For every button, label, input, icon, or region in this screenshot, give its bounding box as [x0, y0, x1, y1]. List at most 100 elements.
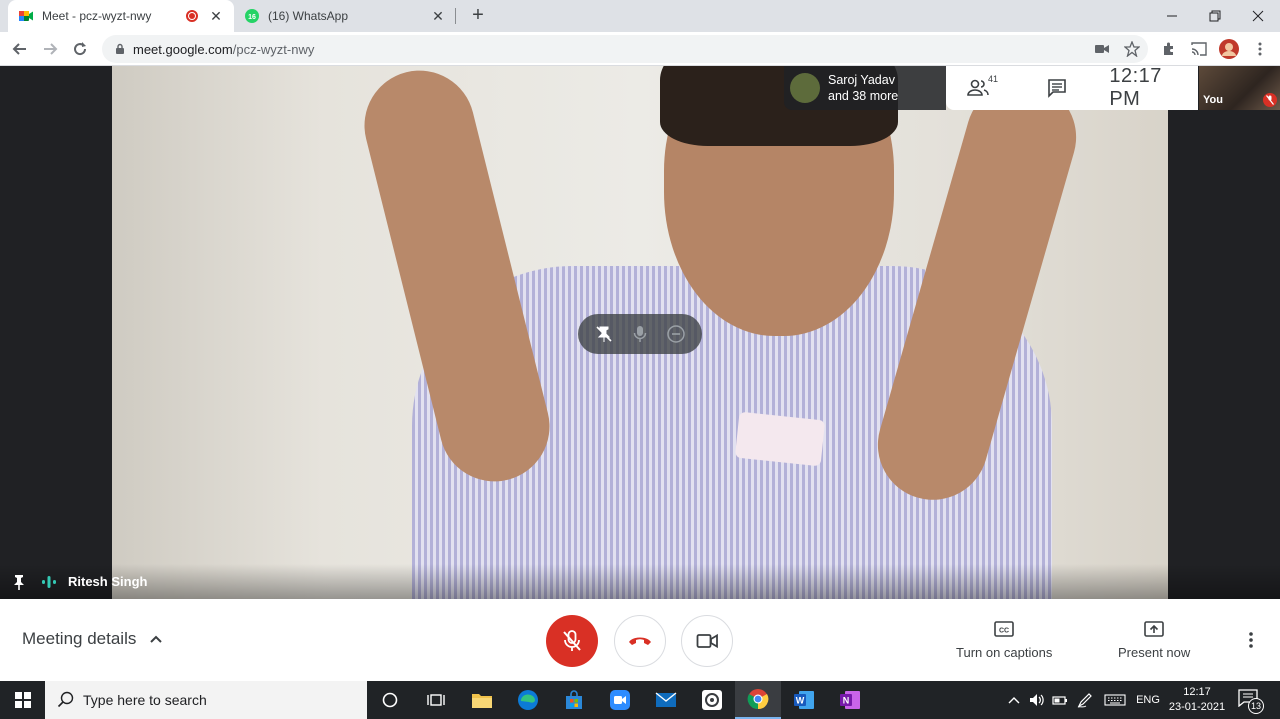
camera-in-use-icon[interactable]	[1092, 39, 1112, 59]
tab-whatsapp[interactable]: 16 (16) WhatsApp ✕	[234, 0, 456, 32]
close-icon	[1252, 10, 1264, 22]
windows-logo-icon	[14, 692, 31, 708]
tab-separator	[455, 8, 456, 24]
pin-icon	[14, 574, 24, 590]
presenter-avatar	[790, 73, 820, 103]
new-tab-button[interactable]: +	[466, 4, 490, 28]
captions-label: Turn on captions	[956, 645, 1053, 660]
google-meet-icon	[19, 11, 33, 21]
close-tab-icon[interactable]: ✕	[208, 8, 224, 24]
video-camera-icon	[696, 633, 718, 649]
taskbar-time: 12:17	[1183, 686, 1211, 698]
remove-circle-icon	[667, 325, 685, 343]
unpin-button[interactable]	[591, 321, 617, 347]
restore-icon	[1209, 10, 1221, 22]
close-window-button[interactable]	[1235, 0, 1280, 32]
meeting-stage: Ritesh Singh Saroj Yadav and 38 more 41 …	[0, 66, 1280, 599]
onenote-icon[interactable]: N	[827, 681, 873, 719]
word-icon[interactable]: W	[781, 681, 827, 719]
remove-participant-button[interactable]	[663, 321, 689, 347]
more-options-button[interactable]	[1241, 629, 1261, 651]
hang-up-icon	[629, 637, 651, 645]
chat-button[interactable]	[1046, 76, 1070, 100]
chrome-icon[interactable]	[735, 681, 781, 719]
zoom-icon[interactable]	[597, 681, 643, 719]
back-button[interactable]	[8, 37, 32, 61]
meeting-controls-bar: Meeting details CC Turn on captions Pres…	[0, 599, 1280, 681]
minimize-button[interactable]	[1149, 0, 1195, 32]
recording-icon	[186, 10, 198, 22]
extensions-icon[interactable]	[1159, 39, 1179, 59]
mail-icon[interactable]	[643, 681, 689, 719]
profile-avatar[interactable]	[1219, 39, 1239, 59]
search-icon	[57, 691, 74, 708]
reload-button[interactable]	[68, 37, 92, 61]
speaker-name-bar: Ritesh Singh	[0, 564, 1280, 599]
taskbar-clock[interactable]: 12:17 23-01-2021	[1166, 685, 1228, 715]
meeting-details-label: Meeting details	[22, 629, 137, 648]
microphone-icon	[633, 326, 647, 342]
restore-button[interactable]	[1192, 0, 1238, 32]
volume-icon[interactable]	[1027, 681, 1047, 719]
start-button[interactable]	[0, 681, 45, 719]
chevron-up-icon	[150, 635, 163, 643]
present-now-button[interactable]: Present now	[1118, 619, 1190, 660]
pen-icon[interactable]	[1075, 681, 1095, 719]
chrome-menu-icon[interactable]	[1250, 39, 1270, 59]
tab-title: Meet - pcz-wyzt-nwy	[42, 9, 152, 23]
participants-button[interactable]: 41	[966, 74, 1006, 102]
chat-icon	[1048, 79, 1067, 98]
self-view-tile[interactable]: You	[1199, 66, 1280, 110]
tile-mute-button[interactable]	[627, 321, 653, 347]
show-hidden-icons-chevron-icon[interactable]	[1006, 681, 1022, 719]
cast-icon[interactable]	[1189, 39, 1209, 59]
microphone-toggle-button[interactable]	[546, 615, 598, 667]
leave-call-button[interactable]	[614, 615, 666, 667]
svg-text:N: N	[843, 696, 850, 706]
search-placeholder: Type here to search	[83, 692, 207, 708]
camera-toggle-button[interactable]	[681, 615, 733, 667]
app-icon[interactable]	[689, 681, 735, 719]
shirt-badge	[734, 411, 826, 467]
meeting-details-button[interactable]: Meeting details	[22, 629, 164, 649]
participants-count: 41	[988, 74, 999, 84]
svg-text:CC: CC	[999, 628, 1009, 635]
svg-text:16: 16	[248, 14, 256, 21]
action-center-button[interactable]: 13	[1238, 689, 1264, 714]
task-view-icon[interactable]	[413, 681, 459, 719]
minimize-icon	[1167, 15, 1177, 17]
unpin-icon	[596, 326, 612, 342]
cortana-icon[interactable]	[367, 681, 413, 719]
back-arrow-icon	[12, 43, 26, 55]
mic-off-icon	[1263, 93, 1277, 107]
keyboard-icon[interactable]	[1102, 681, 1128, 719]
closed-captions-icon: CC	[994, 621, 1014, 637]
url-path: /pcz-wyzt-nwy	[232, 41, 315, 57]
taskbar-search-input[interactable]: Type here to search	[45, 681, 367, 719]
tab-meet[interactable]: Meet - pcz-wyzt-nwy ✕	[8, 0, 234, 32]
top-info-panel: 41 12:17 PM	[946, 66, 1198, 110]
tile-hover-controls	[578, 314, 702, 354]
presenter-more: and 38 more	[828, 89, 899, 103]
input-language-indicator[interactable]: ENG	[1134, 681, 1162, 719]
close-tab-icon[interactable]: ✕	[430, 8, 446, 24]
notification-count: 13	[1248, 698, 1264, 714]
captions-button[interactable]: CC Turn on captions	[956, 619, 1052, 660]
present-label: Present now	[1118, 645, 1191, 660]
file-explorer-icon[interactable]	[459, 681, 505, 719]
mic-off-icon	[563, 630, 581, 651]
present-screen-icon	[1144, 621, 1164, 637]
svg-text:W: W	[796, 696, 805, 706]
taskbar-date: 23-01-2021	[1168, 701, 1226, 713]
people-icon	[967, 79, 989, 96]
bookmark-star-icon[interactable]	[1122, 39, 1142, 59]
store-icon[interactable]	[551, 681, 597, 719]
meeting-clock: 12:17 PM	[1109, 66, 1162, 110]
browser-toolbar: meet.google.com/pcz-wyzt-nwy	[0, 32, 1280, 66]
edge-icon[interactable]	[505, 681, 551, 719]
presenter-chip[interactable]: Saroj Yadav and 38 more	[784, 66, 946, 110]
forward-button[interactable]	[38, 37, 62, 61]
address-bar[interactable]: meet.google.com/pcz-wyzt-nwy	[102, 35, 1148, 63]
battery-icon[interactable]	[1050, 681, 1070, 719]
speaking-indicator-icon	[42, 575, 56, 588]
